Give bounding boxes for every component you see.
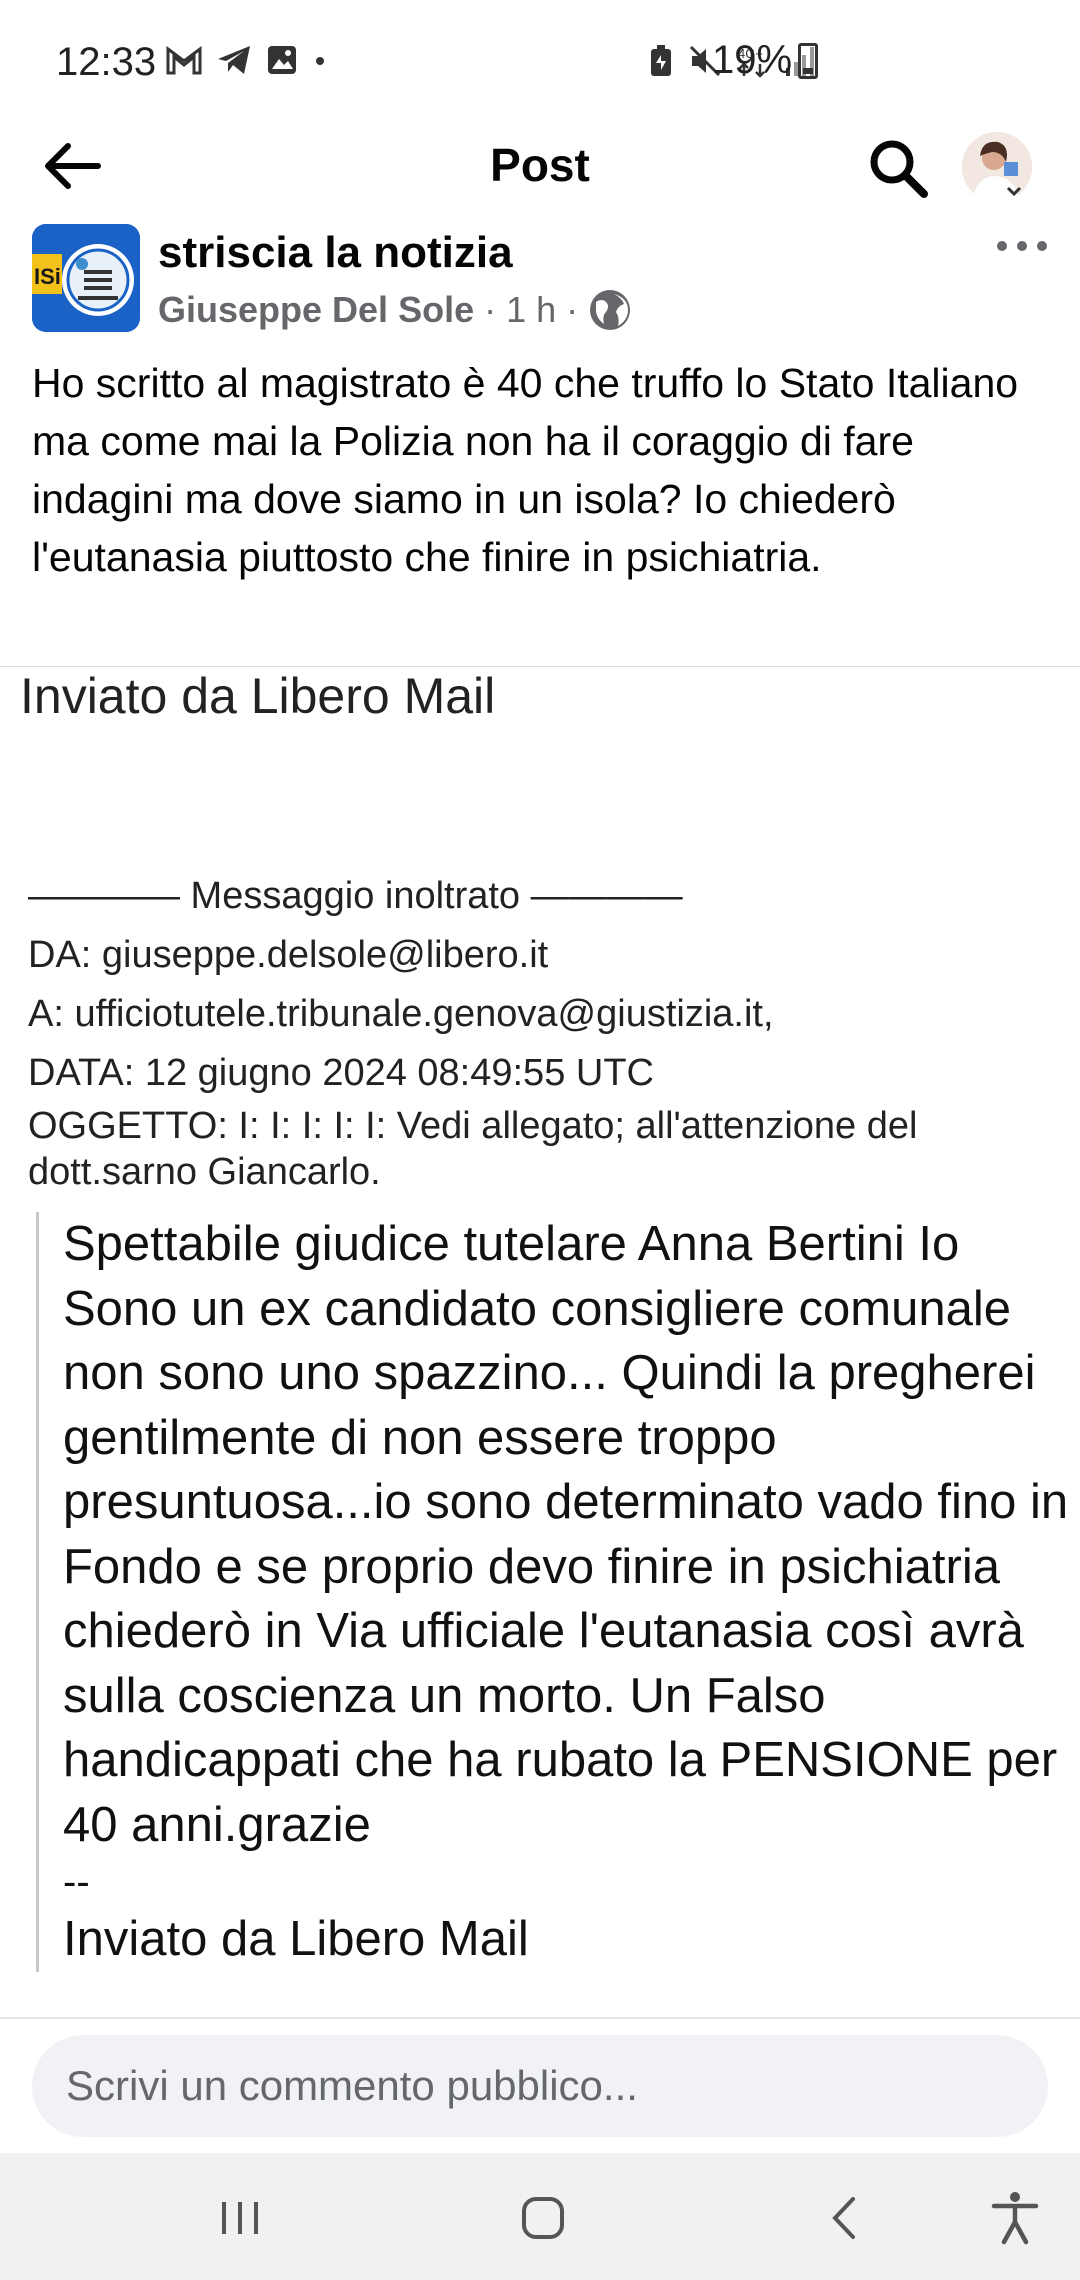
comment-bar: Scrivi un commento pubblico...: [0, 2017, 1080, 2153]
meta-separator: ·: [484, 289, 497, 330]
email-date: DATA: 12 giugno 2024 08:49:55 UTC: [28, 1052, 654, 1094]
recents-button[interactable]: [206, 2183, 276, 2253]
post-author[interactable]: Giuseppe Del Sole: [158, 289, 474, 331]
battery-saver-icon: [651, 45, 671, 76]
more-options-button[interactable]: [994, 228, 1050, 268]
comment-input[interactable]: Scrivi un commento pubblico...: [32, 2035, 1048, 2137]
home-icon: [522, 2197, 564, 2239]
back-icon: [832, 2197, 855, 2239]
battery-icon: [798, 42, 819, 79]
signature-dash: --: [63, 1860, 90, 1904]
email-body: Spettabile giudice tutelare Anna Bertini…: [63, 1217, 1069, 1852]
search-icon: [870, 140, 928, 198]
image-sent-via: Inviato da Libero Mail: [20, 668, 496, 724]
nav-back-button[interactable]: [810, 2183, 880, 2253]
email-to: A: ufficiotutele.tribunale.genova@giusti…: [28, 993, 774, 1035]
meta-separator: ·: [566, 289, 579, 330]
gmail-icon: [166, 46, 202, 75]
page-name[interactable]: striscia la notizia: [158, 228, 513, 278]
home-button[interactable]: [508, 2183, 578, 2253]
recents-icon: [222, 2202, 258, 2234]
more-horizontal-icon: [997, 241, 1047, 251]
gallery-icon: [268, 46, 296, 74]
post-text: Ho scritto al magistrato è 40 che truffo…: [32, 360, 1019, 580]
email-body-quote: Spettabile giudice tutelare Anna Bertini…: [36, 1212, 1080, 1972]
svg-text:ISi: ISi: [34, 264, 61, 289]
notification-icons: [166, 44, 328, 76]
system-nav-bar: [0, 2153, 1080, 2280]
app-header: Post: [0, 128, 1080, 204]
status-time: 12:33: [56, 40, 157, 84]
email-subject: OGGETTO: I: I: I: I: I: Vedi allegato; a…: [28, 1105, 918, 1193]
forward-header: ———— Messaggio inoltrato ————: [28, 875, 683, 917]
avatar: [962, 132, 1032, 202]
search-button[interactable]: [866, 136, 930, 200]
telegram-icon: [218, 46, 250, 74]
email-signature: Inviato da Libero Mail: [63, 1912, 529, 1966]
post-image[interactable]: Inviato da Libero Mail ———— Messaggio in…: [0, 667, 1080, 2017]
page-logo-image: ISi: [32, 224, 140, 332]
dot-icon: [316, 57, 324, 65]
profile-avatar[interactable]: [962, 132, 1032, 202]
globe-icon: [590, 290, 631, 330]
page-logo[interactable]: ISi: [32, 224, 140, 332]
forward-header-block: ———— Messaggio inoltrato ———— DA: giusep…: [28, 867, 1068, 1195]
post-header: ISi striscia la notizia Giuseppe Del Sol…: [0, 224, 1080, 344]
accessibility-button[interactable]: [980, 2183, 1050, 2253]
battery-percent: 19%: [712, 38, 793, 82]
post-meta: Giuseppe Del Sole · 1 h ·: [158, 288, 632, 332]
status-bar: 12:33 4G+ 19%: [0, 0, 1080, 128]
post-time[interactable]: 1 h: [506, 289, 556, 331]
email-from: DA: giuseppe.delsole@libero.it: [28, 934, 549, 976]
accessibility-icon: [991, 2192, 1039, 2245]
battery-indicator: 19%: [712, 38, 819, 83]
